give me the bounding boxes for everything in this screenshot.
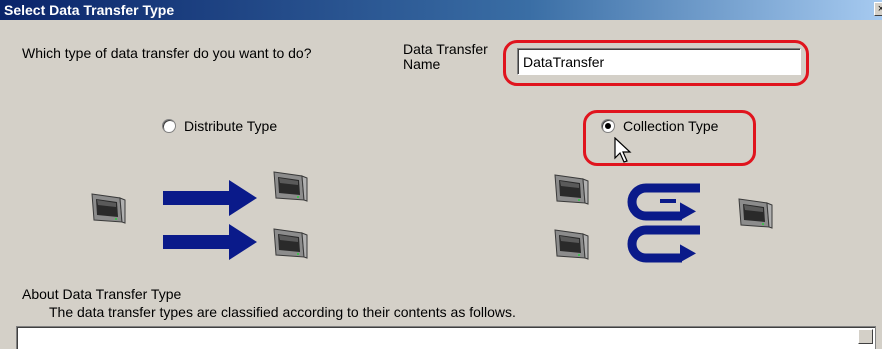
name-label-line1: Data Transfer [403, 41, 488, 57]
distribute-type-option[interactable]: Distribute Type [162, 118, 277, 134]
monitor-icon [554, 229, 589, 260]
monitor-icon [273, 171, 308, 202]
arrow-right-icon [163, 224, 257, 260]
collection-arrow-icon [627, 225, 700, 263]
distribute-type-label[interactable]: Distribute Type [184, 118, 277, 134]
monitor-icon [273, 228, 308, 259]
monitor-icon [738, 198, 773, 229]
monitor-icon [554, 174, 589, 205]
select-data-transfer-dialog: Select Data Transfer Type × Which type o… [0, 0, 882, 349]
scroll-up-button[interactable] [858, 329, 873, 344]
collection-arrow-icon [627, 183, 700, 221]
arrow-right-icon [163, 180, 257, 216]
title-bar: Select Data Transfer Type × [0, 0, 882, 20]
monitor-icon [91, 193, 126, 224]
description-text-area[interactable] [16, 326, 876, 349]
collection-type-radio[interactable] [601, 119, 615, 133]
about-transfer-type-description: The data transfer types are classified a… [49, 304, 516, 320]
collection-type-label[interactable]: Collection Type [623, 118, 718, 134]
about-transfer-type-title: About Data Transfer Type [22, 286, 182, 302]
close-button[interactable]: × [874, 2, 882, 16]
dialog-title: Select Data Transfer Type [4, 2, 175, 18]
data-transfer-name-input[interactable] [517, 48, 801, 75]
collection-type-option[interactable]: Collection Type [601, 118, 718, 134]
data-transfer-name-label: Data Transfer Name [403, 42, 488, 72]
transfer-type-question: Which type of data transfer do you want … [22, 45, 312, 61]
mouse-cursor-icon [614, 137, 632, 163]
name-label-line2: Name [403, 56, 441, 72]
distribute-type-radio[interactable] [162, 119, 176, 133]
